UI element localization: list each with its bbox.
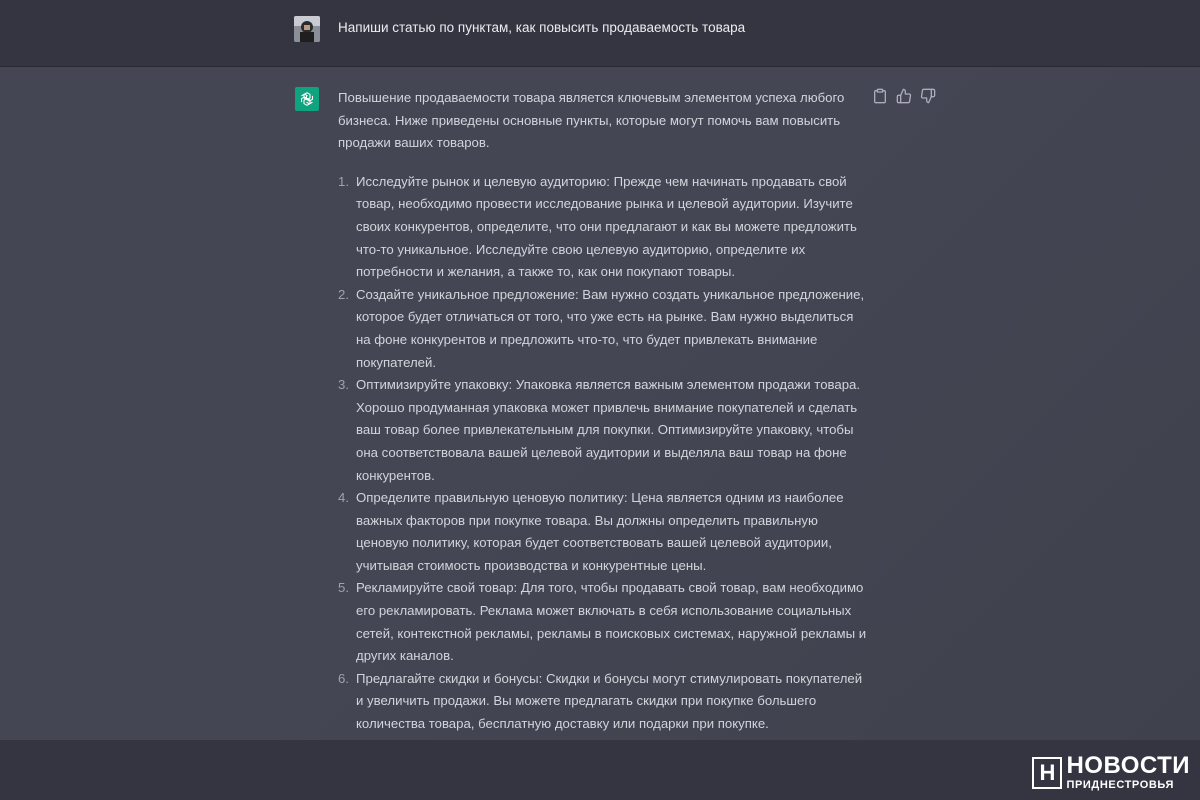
- watermark-logo: Н НОВОСТИ ПРИДНЕСТРОВЬЯ: [1032, 754, 1190, 791]
- list-item-number: 2.: [338, 286, 349, 302]
- watermark-title: НОВОСТИ: [1066, 752, 1190, 779]
- list-item-text: Оптимизируйте упаковку: Упаковка являетс…: [356, 377, 861, 483]
- user-message-text: Напиши статью по пунктам, как повысить п…: [338, 20, 746, 35]
- watermark-subtitle: ПРИДНЕСТРОВЬЯ: [1066, 779, 1174, 791]
- list-item-number: 3.: [338, 377, 349, 393]
- list-item-text: Определите правильную ценовую политику: …: [356, 490, 844, 573]
- message-actions: [872, 88, 936, 104]
- thumbs-down-icon[interactable]: [920, 88, 936, 104]
- list-item-text: Рекламируйте свой товар: Для того, чтобы…: [356, 580, 867, 664]
- list-item: 1. Исследуйте рынок и целевую аудиторию: …: [338, 171, 868, 284]
- input-area-background: [0, 740, 1200, 800]
- user-message-row: Напиши статью по пунктам, как повысить п…: [0, 0, 1200, 67]
- list-item: 2. Создайте уникальное предложение: Вам н…: [338, 284, 868, 374]
- list-item-number: 6.: [338, 670, 349, 686]
- thumbs-up-icon[interactable]: [896, 88, 912, 104]
- list-item-number: 1.: [338, 173, 349, 189]
- answer-intro: Повышение продаваемости товара является …: [338, 90, 845, 151]
- openai-logo-icon: [295, 87, 319, 111]
- list-item: 5. Рекламируйте свой товар: Для того, что…: [338, 577, 868, 667]
- list-item-text: Создайте уникальное предложение: Вам нуж…: [356, 286, 865, 370]
- copy-icon[interactable]: [872, 88, 888, 104]
- user-avatar: [294, 16, 320, 42]
- list-item: 3. Оптимизируйте упаковку: Упаковка являе…: [338, 374, 868, 487]
- list-item-number: 5.: [338, 580, 349, 596]
- watermark-text: НОВОСТИ ПРИДНЕСТРОВЬЯ: [1066, 754, 1190, 791]
- watermark-logo-mark: Н: [1032, 756, 1063, 789]
- list-item: 4. Определите правильную ценовую политику…: [338, 487, 868, 577]
- list-item: 6. Предлагайте скидки и бонусы: Скидки и …: [338, 668, 868, 736]
- list-item-text: Исследуйте рынок и целевую аудиторию: Пр…: [356, 173, 857, 280]
- answer-list: 1. Исследуйте рынок и целевую аудиторию: …: [338, 171, 868, 736]
- assistant-message-text: Повышение продаваемости товара является …: [338, 87, 868, 736]
- list-item-text: Предлагайте скидки и бонусы: Скидки и бо…: [356, 670, 863, 732]
- list-item-number: 4.: [338, 490, 349, 506]
